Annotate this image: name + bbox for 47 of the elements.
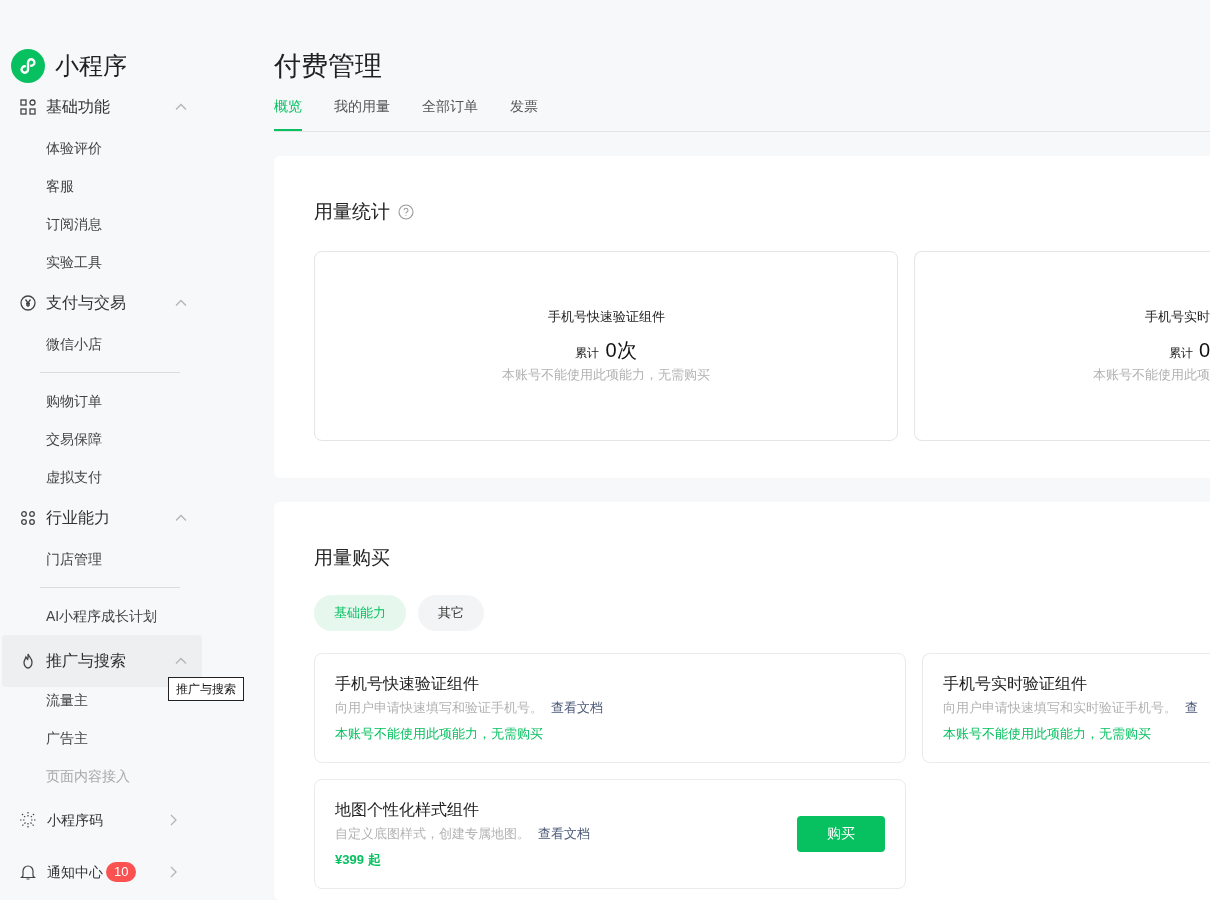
sidebar-group-header[interactable]: 基础功能	[2, 85, 202, 129]
sidebar-item[interactable]: 门店管理	[46, 540, 102, 578]
product-card: 手机号实时验证组件 向用户申请快速填写和实时验证手机号。 查 本账号不能使用此项能力，无需购买	[922, 652, 1210, 763]
sidebar-nav-item[interactable]: 通知中心 10	[0, 846, 200, 898]
section-title: 用量统计	[314, 200, 390, 224]
status-note: 本账号不能使用此项能力，无需购买	[335, 724, 544, 743]
sidebar-item[interactable]: 交易保障	[46, 420, 102, 458]
section-title: 用量购买	[314, 546, 391, 570]
tab[interactable]: 我的用量	[334, 96, 390, 131]
product-card: 手机号快速验证组件 向用户申请快速填写和验证手机号。 查看文档 本账号不能使用此项能力，无需购买	[314, 652, 906, 763]
grid-icon	[19, 98, 37, 116]
docs-link[interactable]: 查	[1185, 698, 1198, 718]
page-title: 付费管理	[274, 50, 383, 83]
sidebar-item[interactable]: AI小程序成长计划	[46, 597, 158, 635]
product-card: 地图个性化样式组件 自定义底图样式，创建专属地图。 查看文档 ¥399 起 购买	[314, 778, 906, 889]
sidebar-item[interactable]: 虚拟支付	[46, 458, 102, 496]
app-name: 小程序	[55, 51, 127, 81]
tooltip: 推广与搜索	[168, 677, 244, 701]
sidebar-item[interactable]: 广告主	[46, 719, 88, 757]
price: ¥399 起	[335, 850, 382, 869]
sparkle-icon	[19, 811, 37, 829]
stat-card: 手机号实时 累计 0 本账号不能使用此项	[914, 250, 1210, 441]
stat-card: 手机号快速验证组件 累计 0次 本账号不能使用此项能力，无需购买	[314, 250, 898, 441]
sidebar-group-header[interactable]: 支付与交易	[2, 281, 202, 325]
card-description: 自定义底图样式，创建专属地图。	[335, 825, 530, 843]
tab[interactable]: 发票	[510, 96, 538, 131]
status-note: 本账号不能使用此项能力，无需购买	[943, 724, 1152, 743]
app-logo-icon	[11, 49, 45, 83]
yen-coin-icon	[19, 294, 37, 312]
sidebar-item[interactable]: 客服	[46, 167, 74, 205]
card-description: 向用户申请快速填写和验证手机号。	[335, 699, 543, 717]
sidebar-item[interactable]: 实验工具	[46, 243, 102, 281]
nodes-icon	[19, 509, 37, 527]
notification-badge: 10	[106, 862, 137, 882]
sidebar-item[interactable]: 微信小店	[46, 325, 102, 363]
docs-link[interactable]: 查看文档	[538, 824, 590, 844]
bell-icon	[19, 863, 37, 881]
help-icon	[398, 204, 414, 221]
card-description: 向用户申请快速填写和实时验证手机号。	[943, 699, 1177, 717]
sidebar-nav-item[interactable]: 小程序码	[0, 794, 200, 846]
docs-link[interactable]: 查看文档	[551, 698, 603, 718]
sidebar-item[interactable]: 购物订单	[46, 382, 102, 420]
filter-chip[interactable]: 其它	[418, 594, 484, 631]
sidebar-item[interactable]: 订阅消息	[46, 205, 102, 243]
sidebar-group-header[interactable]: 行业能力	[2, 496, 202, 540]
tab[interactable]: 全部订单	[422, 96, 478, 131]
sidebar-item[interactable]: 体验评价	[46, 129, 102, 167]
